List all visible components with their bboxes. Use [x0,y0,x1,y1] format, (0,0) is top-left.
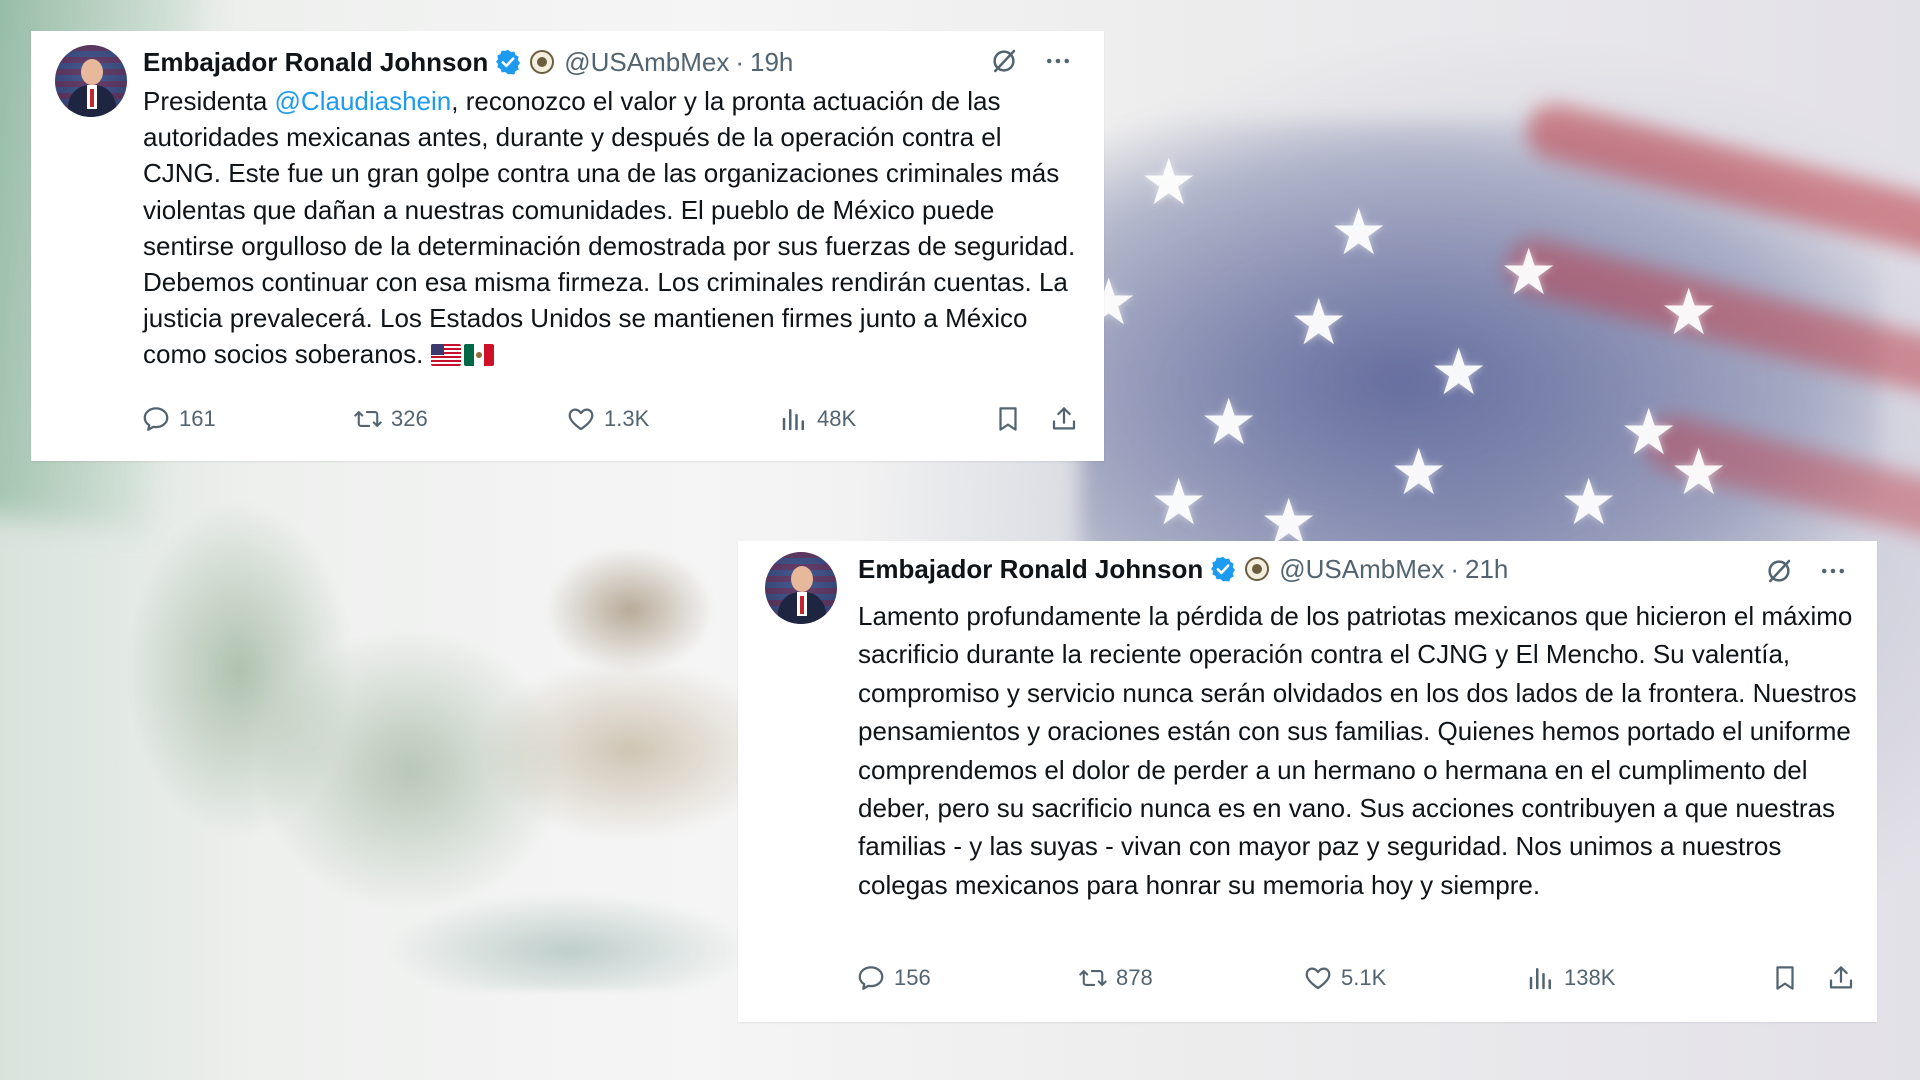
views-chart-icon [779,404,809,434]
repost-count: 326 [391,406,428,431]
reply-count: 156 [894,965,931,990]
grok-icon[interactable] [1763,555,1795,587]
timestamp[interactable]: 19h [750,47,793,78]
like-count: 5.1K [1341,965,1387,990]
reply-button[interactable]: 161 [141,399,216,439]
views-button[interactable]: 138K [1526,958,1615,998]
tweet-text-part: Presidenta [143,86,275,116]
repost-icon [353,404,383,434]
more-options-icon[interactable] [1042,45,1074,77]
tweet-top-actions [988,45,1074,77]
like-count: 1.3K [604,406,650,431]
government-seal-icon [530,50,555,74]
share-icon [1049,404,1079,434]
flag-star-icon: ★ [1670,436,1728,508]
tweet-top-actions [1763,555,1849,587]
us-flag-icon [430,344,461,367]
flag-star-icon: ★ [1390,436,1448,508]
share-button[interactable] [1826,958,1864,998]
mexico-flag-icon [463,344,494,367]
share-button[interactable] [1049,399,1087,439]
avatar[interactable] [55,45,127,117]
tweet-action-bar: 161 326 1.3K 48K [141,399,1076,439]
reply-icon [856,963,886,993]
tweet-card[interactable]: Embajador Ronald Johnson @USAmbMex · 19h… [31,31,1104,461]
share-icon [1826,963,1856,993]
verified-badge-icon [1209,555,1237,583]
reply-button[interactable]: 156 [856,958,931,998]
display-name[interactable]: Embajador Ronald Johnson [143,47,488,78]
heart-icon [1303,963,1333,993]
flag-star-icon: ★ [1430,336,1488,408]
tweet-header: Embajador Ronald Johnson @USAmbMex · 19h [143,43,793,81]
flag-star-icon: ★ [1500,236,1558,308]
mention-link[interactable]: @Claudiashein [275,86,452,116]
like-button[interactable]: 1.3K [566,399,649,439]
avatar[interactable] [765,552,837,624]
flag-star-icon: ★ [1200,386,1258,458]
separator-dot: · [735,46,745,77]
heart-icon [566,404,596,434]
reply-icon [141,404,171,434]
repost-count: 878 [1116,965,1153,990]
views-chart-icon [1526,963,1556,993]
bookmark-button[interactable] [1770,958,1808,998]
bookmark-button[interactable] [993,399,1031,439]
username-handle[interactable]: @USAmbMex [1279,554,1444,585]
reply-count: 161 [179,406,216,431]
flag-star-icon: ★ [1330,196,1388,268]
views-button[interactable]: 48K [779,399,856,439]
display-name[interactable]: Embajador Ronald Johnson [858,554,1203,585]
repost-button[interactable]: 326 [353,399,428,439]
verified-badge-icon [494,48,522,76]
flag-star-icon: ★ [1150,466,1208,538]
flag-star-icon: ★ [1290,286,1348,358]
mexican-coat-of-arms-emblem [110,430,830,990]
bookmark-icon [1770,963,1800,993]
bookmark-icon [993,404,1023,434]
timestamp[interactable]: 21h [1465,554,1508,585]
flag-star-icon: ★ [1140,146,1198,218]
tweet-text: Lamento profundamente la pérdida de los … [858,601,1857,900]
repost-icon [1078,963,1108,993]
repost-button[interactable]: 878 [1078,958,1153,998]
government-seal-icon [1245,557,1270,581]
more-options-icon[interactable] [1817,555,1849,587]
view-count: 48K [817,406,857,431]
like-button[interactable]: 5.1K [1303,958,1386,998]
flag-star-icon: ★ [1620,396,1678,468]
view-count: 138K [1564,965,1616,990]
flag-star-icon: ★ [1660,276,1718,348]
username-handle[interactable]: @USAmbMex [564,47,729,78]
flag-star-icon: ★ [1560,466,1618,538]
separator-dot: · [1450,553,1460,584]
tweet-card[interactable]: Embajador Ronald Johnson @USAmbMex · 21h… [738,541,1877,1022]
tweet-action-bar: 156 878 5.1K 138K [856,958,1856,998]
tweet-text-part: , reconozco el valor y la pronta actuaci… [143,86,1076,370]
grok-icon[interactable] [988,45,1020,77]
tweet-header: Embajador Ronald Johnson @USAmbMex · 21h [858,550,1508,588]
tweet-text: Presidenta @Claudiashein, reconozco el v… [143,83,1083,373]
